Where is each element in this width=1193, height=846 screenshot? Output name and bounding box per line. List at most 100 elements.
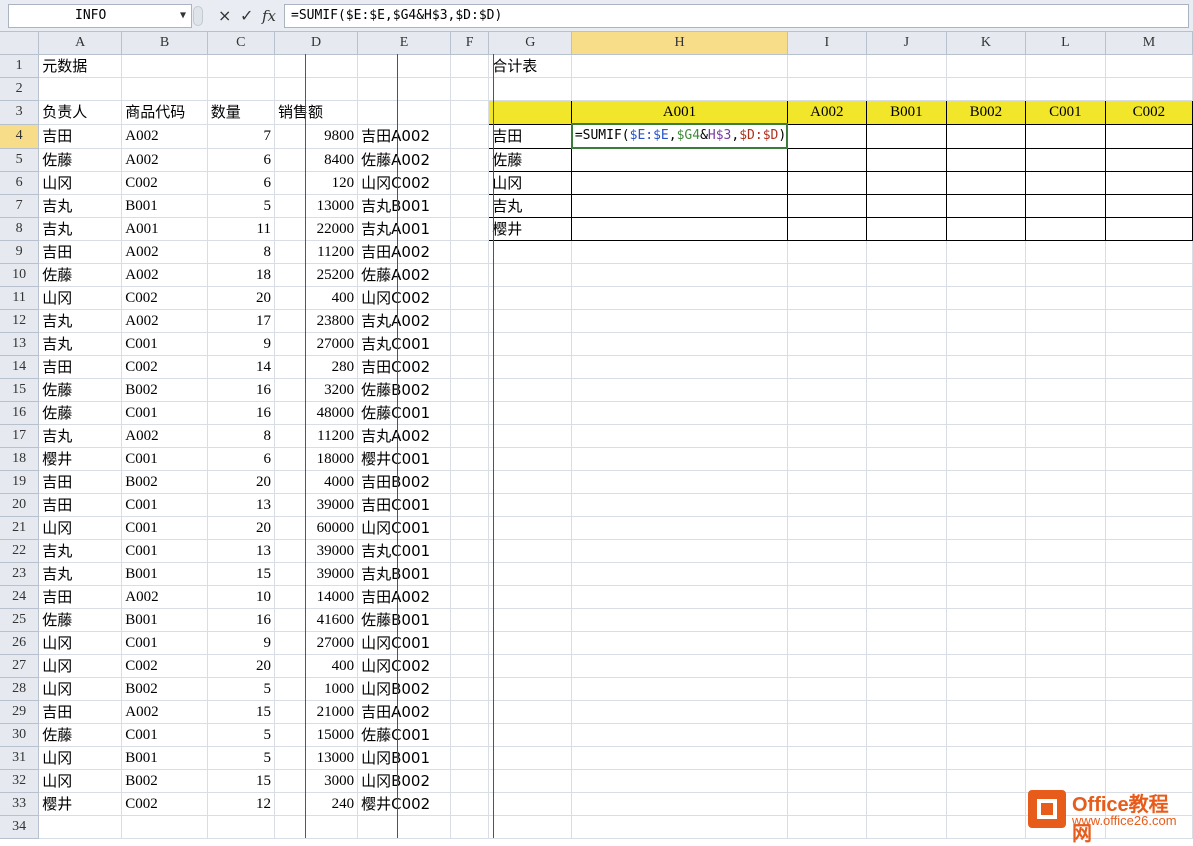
cell-j[interactable] <box>866 562 947 586</box>
cell-c[interactable]: 15 <box>207 700 276 724</box>
cell-c[interactable]: 16 <box>207 608 276 632</box>
row-header[interactable]: 31 <box>0 746 40 770</box>
cell-f[interactable] <box>450 263 490 287</box>
cell-h[interactable] <box>571 378 788 402</box>
cell-m[interactable] <box>1104 123 1193 149</box>
column-header-i[interactable]: I <box>787 32 867 55</box>
cell-l[interactable] <box>1025 493 1106 517</box>
cell-m[interactable] <box>1105 493 1193 517</box>
cell-g[interactable] <box>488 769 573 793</box>
cell-m[interactable] <box>1105 378 1193 402</box>
cell-g[interactable] <box>488 263 573 287</box>
cell-i[interactable] <box>787 677 867 701</box>
cell-c[interactable]: 16 <box>207 401 276 425</box>
cell-i[interactable] <box>787 401 867 425</box>
cell-k[interactable] <box>945 123 1026 149</box>
cell-e[interactable]: 吉田C002 <box>357 355 451 379</box>
cell-b[interactable]: C002 <box>121 355 208 379</box>
cell-l[interactable] <box>1025 608 1106 632</box>
cell-i[interactable] <box>787 723 867 747</box>
cell-f[interactable] <box>450 677 490 701</box>
cell-h[interactable] <box>571 332 788 356</box>
cell-d[interactable]: 27000 <box>274 631 359 655</box>
cell-c[interactable]: 5 <box>207 194 276 218</box>
cell-f[interactable] <box>450 171 490 195</box>
cell-h[interactable] <box>571 493 788 517</box>
cell-e[interactable]: 吉田A002 <box>357 700 451 724</box>
cell-a[interactable]: 樱井 <box>38 447 123 471</box>
cell-j[interactable] <box>866 263 947 287</box>
cell-e[interactable]: 吉田A002 <box>357 124 451 149</box>
cell-c[interactable] <box>207 77 276 101</box>
cell-g[interactable] <box>488 378 573 402</box>
cell-m[interactable] <box>1104 216 1193 241</box>
cell-j[interactable] <box>865 193 947 218</box>
cell-k[interactable] <box>946 493 1026 517</box>
cell-m[interactable] <box>1105 608 1193 632</box>
cell-b[interactable]: A002 <box>121 424 208 448</box>
cell-d[interactable]: 14000 <box>274 585 359 609</box>
cell-f[interactable] <box>450 124 490 149</box>
cell-i[interactable] <box>787 493 867 517</box>
cell-g[interactable] <box>488 815 573 839</box>
cell-e[interactable]: 吉丸B001 <box>357 562 451 586</box>
cell-d[interactable] <box>274 77 359 101</box>
cell-j[interactable] <box>866 240 947 264</box>
cell-l[interactable] <box>1025 447 1106 471</box>
column-header-b[interactable]: B <box>121 32 208 55</box>
cell-h[interactable] <box>571 263 788 287</box>
cell-b[interactable]: C001 <box>121 516 208 540</box>
column-header-a[interactable]: A <box>38 32 123 55</box>
cell-f[interactable] <box>450 654 490 678</box>
cell-g[interactable] <box>488 401 573 425</box>
cell-j[interactable] <box>865 170 947 195</box>
cell-m[interactable] <box>1105 54 1193 78</box>
cell-h[interactable] <box>571 77 788 101</box>
cell-a[interactable]: 山冈 <box>38 631 123 655</box>
cell-l[interactable] <box>1024 170 1106 195</box>
cell-l[interactable] <box>1025 677 1106 701</box>
cell-c[interactable]: 8 <box>207 240 276 264</box>
cell-a[interactable]: 吉田 <box>38 470 123 494</box>
cell-h[interactable] <box>571 677 788 701</box>
cell-e[interactable]: 山冈B002 <box>357 677 451 701</box>
cell-j[interactable] <box>866 378 947 402</box>
cell-i[interactable] <box>787 378 867 402</box>
cell-c[interactable]: 6 <box>207 447 276 471</box>
cell-d[interactable]: 280 <box>274 355 359 379</box>
cell-l[interactable] <box>1024 147 1106 172</box>
cell-g[interactable] <box>488 355 573 379</box>
cell-j[interactable] <box>866 585 947 609</box>
cell-g[interactable] <box>488 516 573 540</box>
cell-d[interactable]: 13000 <box>274 746 359 770</box>
cell-a[interactable]: 吉田 <box>38 355 123 379</box>
cell-k[interactable] <box>946 424 1026 448</box>
cell-i[interactable] <box>786 123 867 149</box>
row-header[interactable]: 12 <box>0 309 40 333</box>
cell-g[interactable] <box>488 100 573 125</box>
column-header-f[interactable]: F <box>450 32 490 55</box>
cell-m[interactable] <box>1105 401 1193 425</box>
cell-i[interactable] <box>787 77 867 101</box>
cell-e[interactable]: 佐藤C001 <box>357 723 451 747</box>
cell-e[interactable]: 吉田A002 <box>357 240 451 264</box>
cell-m[interactable] <box>1105 447 1193 471</box>
cell-c[interactable]: 14 <box>207 355 276 379</box>
select-all-corner[interactable] <box>0 32 40 55</box>
cell-l[interactable] <box>1025 470 1106 494</box>
cell-d[interactable]: 25200 <box>274 263 359 287</box>
cell-e[interactable]: 佐藤B002 <box>357 378 451 402</box>
cell-e[interactable]: 吉丸A002 <box>357 424 451 448</box>
cell-i[interactable] <box>786 147 867 172</box>
row-header[interactable]: 6 <box>0 171 40 195</box>
cell-f[interactable] <box>450 332 490 356</box>
cell-l[interactable] <box>1025 562 1106 586</box>
cell-b[interactable]: C001 <box>121 401 208 425</box>
cell-l[interactable] <box>1025 355 1106 379</box>
cell-i[interactable] <box>787 286 867 310</box>
row-header[interactable]: 34 <box>0 815 40 839</box>
cell-h[interactable] <box>571 193 788 218</box>
cell-i[interactable] <box>787 516 867 540</box>
cell-g[interactable]: 佐藤 <box>488 147 573 172</box>
cell-i[interactable] <box>787 355 867 379</box>
